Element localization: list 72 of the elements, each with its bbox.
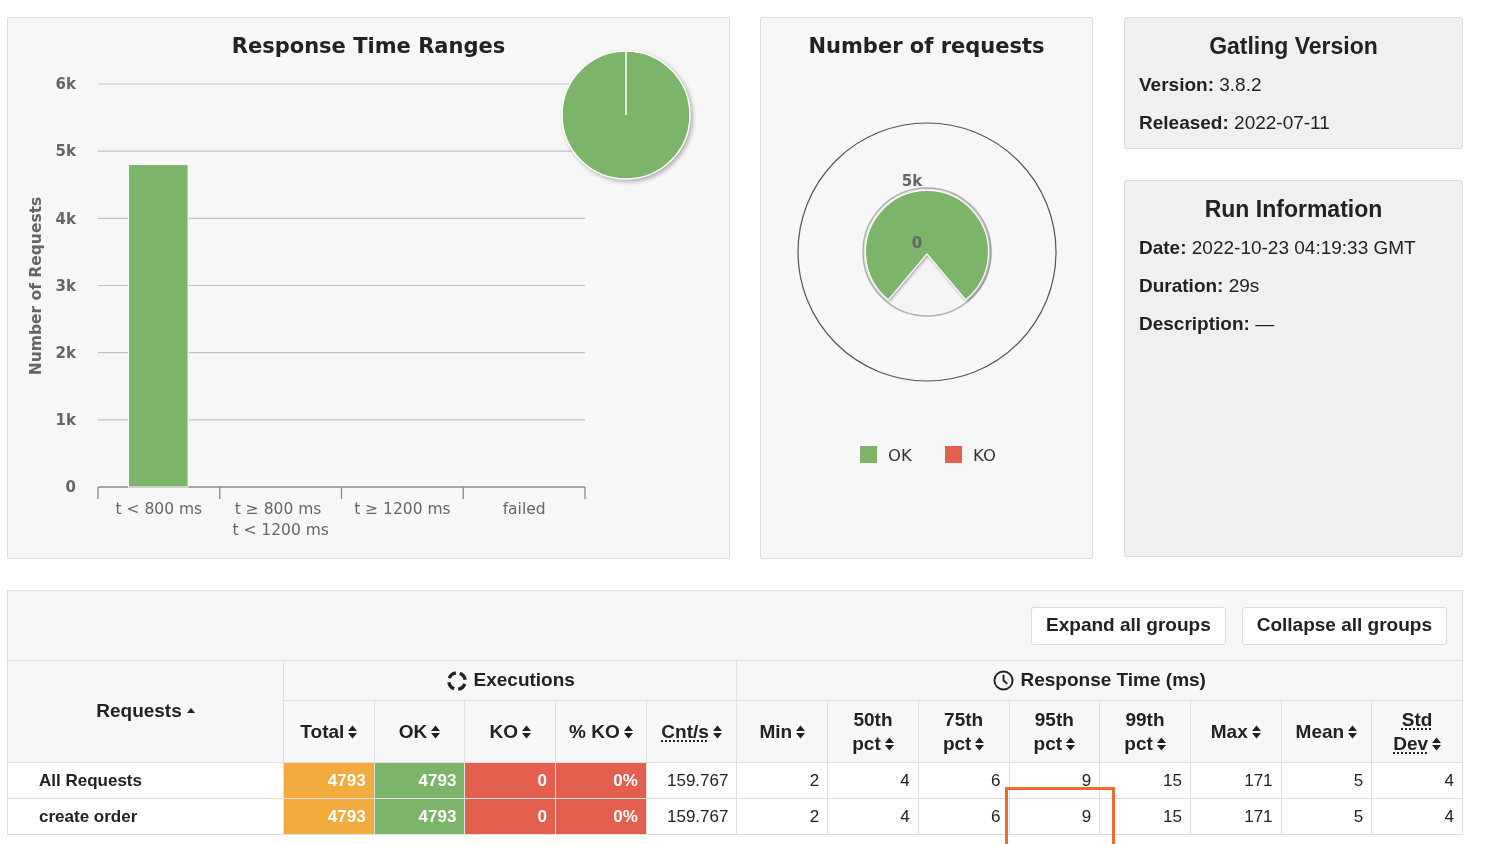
column-header[interactable]: OK (374, 700, 465, 763)
info-field: Date: 2022-10-23 04:19:33 GMT (1139, 229, 1416, 267)
table-cell: 2 (736, 798, 828, 835)
table-cell: 0% (555, 798, 647, 835)
panel-title: Run Information (1204, 195, 1383, 223)
axis-title: Number of Requests (27, 196, 46, 376)
table-cell: 4793 (374, 798, 465, 835)
category-label: t ≥ 1200 ms (354, 500, 451, 518)
column-header[interactable]: Min (736, 700, 828, 763)
column-header[interactable]: Requests (7, 660, 284, 763)
column-header[interactable]: Cnt/s (646, 700, 737, 763)
column-header[interactable]: KO (464, 700, 556, 763)
table-cell: 5 (1281, 798, 1372, 835)
category-label: failed (502, 500, 546, 518)
cycle-icon (445, 669, 468, 692)
column-header[interactable]: Max (1190, 700, 1282, 763)
clock-icon (993, 670, 1015, 691)
axis-tick-label: 3k (55, 276, 76, 295)
table-cell: 159.767 (646, 762, 737, 799)
legend-label: KO (973, 445, 996, 465)
column-header[interactable]: Std Dev (1371, 700, 1463, 763)
row-header-cell: create order (7, 798, 284, 835)
table-cell: 0 (464, 762, 556, 799)
table-cell: 171 (1190, 762, 1282, 799)
table-cell: 4793 (374, 762, 465, 799)
info-field: Duration: 29s (1139, 267, 1260, 305)
column-header[interactable]: 95th pct (1009, 700, 1100, 763)
table-cell: 0% (555, 762, 647, 799)
column-header[interactable]: 50th pct (827, 700, 919, 763)
column-header[interactable]: Total (283, 700, 375, 763)
table-cell: 171 (1190, 798, 1282, 835)
info-field: Description: — (1139, 305, 1275, 343)
column-header[interactable]: 99th pct (1099, 700, 1191, 763)
table-cell: 4 (827, 762, 919, 799)
expand-groups-button[interactable]: Expand all groups (1031, 606, 1226, 645)
scale-label: 5k (901, 172, 923, 190)
table-cell: 4 (1371, 762, 1463, 799)
cell-value: 9 (1081, 806, 1092, 826)
table-cell: 6 (918, 762, 1009, 799)
info-field: Version: 3.8.2 (1139, 66, 1262, 104)
row-header-cell: All Requests (7, 762, 284, 799)
axis-tick-label: 0 (65, 478, 76, 497)
chart-title: Response Time Ranges (231, 33, 506, 60)
category-label: t ≥ 800 ms t < 1200 ms (232, 500, 329, 539)
table-cell: 5 (1281, 762, 1372, 799)
table-cell: 4 (1371, 798, 1463, 835)
legend-label: OK (888, 445, 912, 465)
panel-title: Gatling Version (1209, 32, 1378, 60)
axis-tick-label: 5k (55, 142, 76, 161)
scale-label: 0 (911, 234, 923, 252)
table-cell: 159.767 (646, 798, 737, 835)
table-cell: 2 (736, 762, 828, 799)
category-label: t < 800 ms (115, 500, 203, 518)
table-cell: 6 (918, 798, 1009, 835)
chart-title: Number of requests (808, 33, 1045, 60)
axis-tick-label: 1k (55, 411, 76, 430)
table-cell: 4793 (283, 762, 375, 799)
column-header[interactable]: 75th pct (918, 700, 1009, 763)
table-cell: 15 (1099, 762, 1191, 799)
column-header[interactable]: Mean (1281, 700, 1372, 763)
info-field: Released: 2022-07-11 (1139, 104, 1330, 142)
group-title: Executions (473, 668, 575, 693)
axis-tick-label: 2k (55, 343, 76, 362)
group-title: Response Time (ms) (1020, 668, 1206, 693)
axis-tick-label: 4k (55, 209, 76, 228)
table-cell: 15 (1099, 798, 1191, 835)
axis-tick-label: 6k (55, 75, 76, 94)
table-cell: 4 (827, 798, 919, 835)
column-header[interactable]: % KO (555, 700, 647, 763)
table-cell: 4793 (283, 798, 375, 835)
collapse-groups-button[interactable]: Collapse all groups (1241, 606, 1447, 645)
table-cell: 0 (464, 798, 556, 835)
